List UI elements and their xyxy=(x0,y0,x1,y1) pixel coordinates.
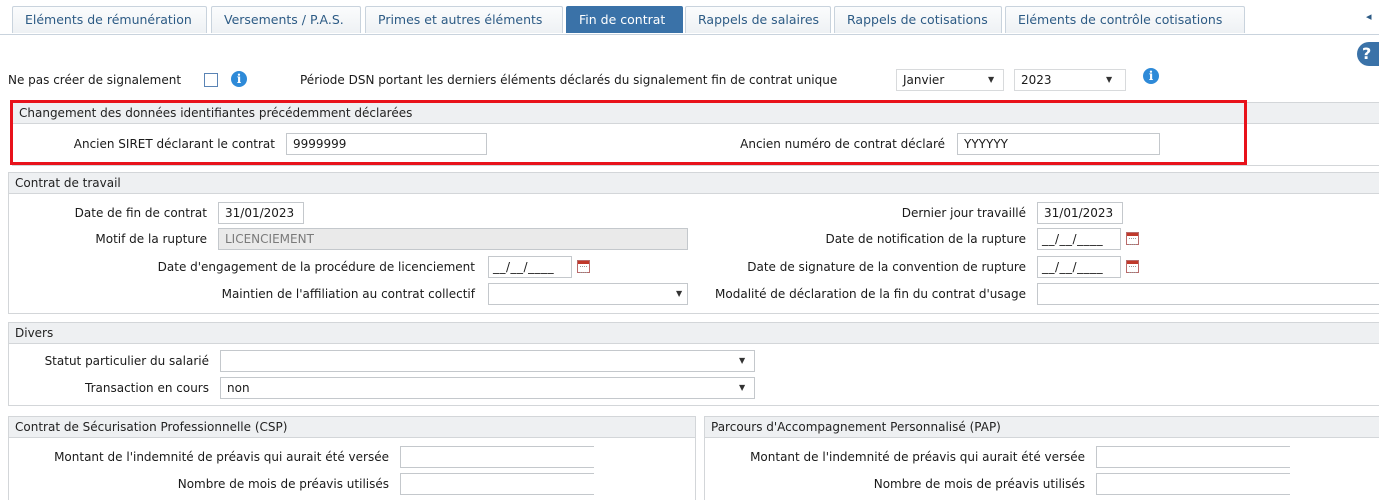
tabs-scroll-icon[interactable]: ◂ xyxy=(1366,10,1372,23)
notification-label: Date de notification de la rupture xyxy=(825,232,1026,246)
dernier-jour-input[interactable]: 31/01/2023 xyxy=(1037,202,1123,224)
motif-input: LICENCIEMENT xyxy=(218,228,688,250)
modalite-input[interactable] xyxy=(1037,283,1379,305)
transaction-label: Transaction en cours xyxy=(85,381,209,395)
csp-mois-input[interactable] xyxy=(400,473,594,495)
tab-bar: Eléments de rémunération Versements / P.… xyxy=(0,0,1379,35)
notification-value: __/__/____ xyxy=(1042,232,1104,246)
transaction-dropdown-icon[interactable]: ▼ xyxy=(739,383,745,392)
engagement-value: __/__/____ xyxy=(493,260,555,274)
year-value: 2023 xyxy=(1021,73,1052,87)
csp-title: Contrat de Sécurisation Professionnelle … xyxy=(9,417,695,438)
maintien-select[interactable] xyxy=(488,283,688,305)
tab-rappels-salaires[interactable]: Rappels de salaires xyxy=(685,6,831,33)
date-fin-value: 31/01/2023 xyxy=(225,206,295,220)
engagement-input[interactable]: __/__/____ xyxy=(488,256,572,278)
motif-value: LICENCIEMENT xyxy=(225,232,314,246)
date-fin-label: Date de fin de contrat xyxy=(74,206,207,220)
year-dropdown-icon[interactable]: ▼ xyxy=(1106,75,1112,84)
pap-title: Parcours d'Accompagnement Personnalisé (… xyxy=(705,417,1379,438)
pap-mois-label: Nombre de mois de préavis utilisés xyxy=(873,477,1085,491)
tab-fin-de-contrat[interactable]: Fin de contrat xyxy=(566,6,683,33)
maintien-label: Maintien de l'affiliation au contrat col… xyxy=(221,287,475,301)
date-fin-input[interactable]: 31/01/2023 xyxy=(218,202,304,224)
transaction-select[interactable]: non xyxy=(220,377,755,399)
calendar-icon[interactable] xyxy=(1126,260,1139,273)
tab-elements-remuneration[interactable]: Eléments de rémunération xyxy=(12,6,207,33)
calendar-icon[interactable] xyxy=(1126,232,1139,245)
dernier-jour-label: Dernier jour travaillé xyxy=(901,206,1026,220)
divers-title: Divers xyxy=(9,323,1379,344)
info-icon[interactable]: i xyxy=(231,71,247,87)
csp-mois-label: Nombre de mois de préavis utilisés xyxy=(177,477,389,491)
help-icon[interactable]: ? xyxy=(1357,42,1379,66)
contrat-title: Contrat de travail xyxy=(9,173,1379,194)
transaction-value: non xyxy=(227,381,250,395)
no-report-label: Ne pas créer de signalement xyxy=(8,73,182,87)
pap-montant-input[interactable] xyxy=(1096,446,1290,468)
statut-label: Statut particulier du salarié xyxy=(44,354,209,368)
csp-montant-input[interactable] xyxy=(400,446,594,468)
dernier-jour-value: 31/01/2023 xyxy=(1044,206,1114,220)
month-value: Janvier xyxy=(903,73,945,87)
csp-montant-label: Montant de l'indemnité de préavis qui au… xyxy=(54,450,389,464)
engagement-label: Date d'engagement de la procédure de lic… xyxy=(157,260,475,274)
no-report-checkbox[interactable] xyxy=(204,73,218,87)
signature-label: Date de signature de la convention de ru… xyxy=(747,260,1026,274)
info-icon-periode[interactable]: i xyxy=(1143,68,1159,84)
signature-value: __/__/____ xyxy=(1042,260,1104,274)
pap-montant-label: Montant de l'indemnité de préavis qui au… xyxy=(750,450,1085,464)
modalite-label: Modalité de déclaration de la fin du con… xyxy=(715,287,1026,301)
tab-elements-controle[interactable]: Eléments de contrôle cotisations xyxy=(1005,6,1245,33)
tab-primes[interactable]: Primes et autres éléments xyxy=(365,6,563,33)
calendar-icon[interactable] xyxy=(577,260,590,273)
statut-select[interactable] xyxy=(220,350,755,372)
tab-versements-pas[interactable]: Versements / P.A.S. xyxy=(211,6,361,33)
tab-rappels-cotisations[interactable]: Rappels de cotisations xyxy=(834,6,1002,33)
periode-label: Période DSN portant les derniers élément… xyxy=(300,73,838,87)
notification-input[interactable]: __/__/____ xyxy=(1037,228,1121,250)
motif-label: Motif de la rupture xyxy=(95,232,207,246)
highlight-box xyxy=(10,100,1247,165)
month-dropdown-icon[interactable]: ▼ xyxy=(988,75,994,84)
statut-dropdown-icon[interactable]: ▼ xyxy=(739,356,745,365)
signature-input[interactable]: __/__/____ xyxy=(1037,256,1121,278)
pap-mois-input[interactable] xyxy=(1096,473,1290,495)
maintien-dropdown-icon[interactable]: ▼ xyxy=(676,289,682,298)
